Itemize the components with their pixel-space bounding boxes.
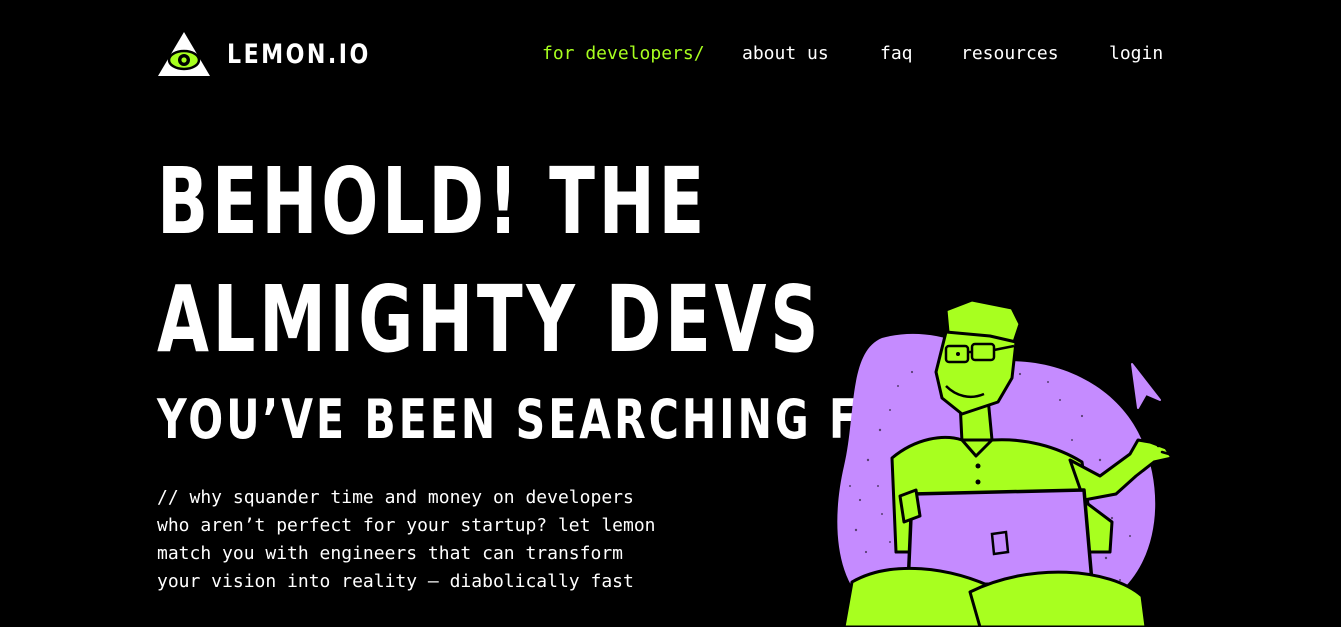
hero-intro-text: // why squander time and money on develo… [157,484,717,596]
nav-login[interactable]: login [1109,41,1163,67]
main-nav: for developers/ about us faq resources l… [0,41,1341,67]
hero-subheadline: YOU’VE BEEN SEARCHING FOR [157,388,933,451]
nav-about-us[interactable]: about us [742,41,829,67]
intro-line: match you with engineers that can transf… [157,543,623,564]
intro-line: // why squander time and money on develo… [157,487,634,508]
intro-line: who aren’t perfect for your startup? let… [157,515,656,536]
nav-resources[interactable]: resources [961,41,1059,67]
nav-faq[interactable]: faq [880,41,913,67]
intro-line: your vision into reality — diabolically … [157,571,634,592]
developer-with-laptop-illustration [837,298,1178,627]
hero-headline-line-2: ALMIGHTY DEVS [157,266,823,373]
nav-for-developers[interactable]: for developers/ [542,41,705,67]
hero-headline-line-1: BEHOLD! THE [157,148,708,255]
mouse-pointer-icon [1131,363,1161,409]
